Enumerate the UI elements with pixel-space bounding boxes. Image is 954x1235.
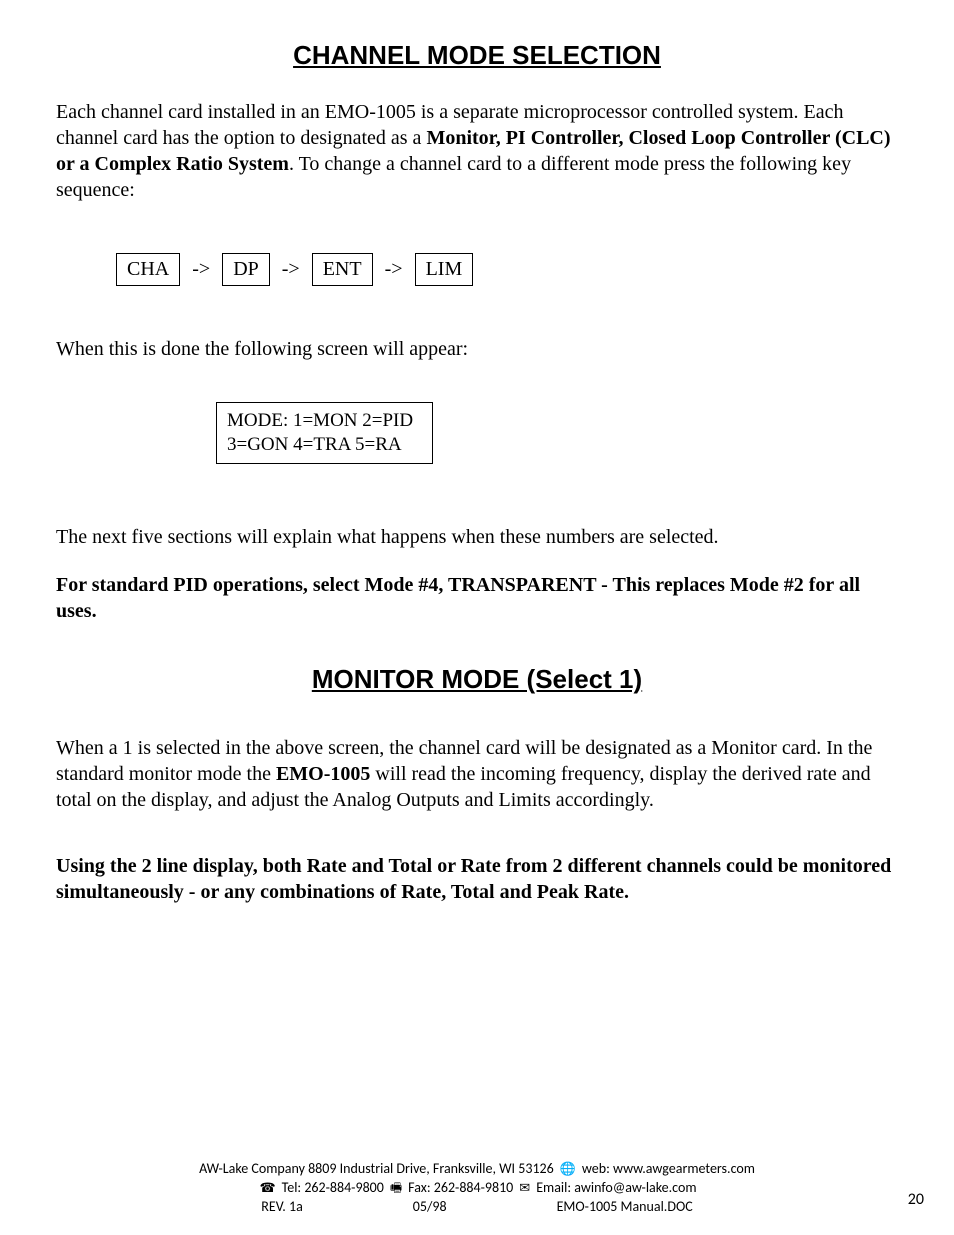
key-cha: CHA <box>116 253 180 286</box>
key-lim: LIM <box>415 253 474 286</box>
footer-web: web: www.awgearmeters.com <box>582 1160 755 1179</box>
heading-monitor-mode: MONITOR MODE (Select 1) <box>56 664 898 695</box>
globe-icon: 🌐 <box>560 1161 576 1179</box>
paragraph-2line-display: Using the 2 line display, both Rate and … <box>56 853 898 905</box>
footer-date: 05/98 <box>413 1198 447 1217</box>
document-page: CHANNEL MODE SELECTION Each channel card… <box>0 0 954 1235</box>
paragraph-after-keys: When this is done the following screen w… <box>56 336 898 362</box>
page-number: 20 <box>908 1190 924 1209</box>
footer-rev: REV. 1a <box>261 1198 302 1217</box>
key-ent: ENT <box>312 253 373 286</box>
footer-row-3: REV. 1a 05/98 EMO-1005 Manual.DOC <box>0 1198 954 1217</box>
screen-display: MODE: 1=MON 2=PID 3=GON 4=TRA 5=RA <box>216 402 433 464</box>
page-footer: AW-Lake Company 8809 Industrial Drive, F… <box>0 1160 954 1217</box>
footer-doc: EMO-1005 Manual.DOC <box>557 1198 693 1217</box>
paragraph-intro: Each channel card installed in an EMO-10… <box>56 99 898 203</box>
paragraph-pid-note: For standard PID operations, select Mode… <box>56 572 898 624</box>
arrow-icon: -> <box>385 258 403 281</box>
footer-address: AW-Lake Company 8809 Industrial Drive, F… <box>199 1160 554 1179</box>
footer-row-2: ☎ Tel: 262-884-9800 🖷 Fax: 262-884-9810 … <box>0 1179 954 1198</box>
key-sequence: CHA -> DP -> ENT -> LIM <box>116 253 898 286</box>
email-icon: ✉ <box>519 1180 530 1198</box>
footer-email: Email: awinfo@aw-lake.com <box>536 1179 696 1198</box>
arrow-icon: -> <box>282 258 300 281</box>
footer-fax: Fax: 262-884-9810 <box>408 1179 513 1198</box>
phone-icon: ☎ <box>259 1180 275 1198</box>
arrow-icon: -> <box>192 258 210 281</box>
paragraph-next-sections: The next five sections will explain what… <box>56 524 898 550</box>
footer-tel: Tel: 262-884-9800 <box>282 1179 384 1198</box>
heading-channel-mode-selection: CHANNEL MODE SELECTION <box>56 40 898 71</box>
screen-line-2: 3=GON 4=TRA 5=RA <box>227 433 422 457</box>
paragraph-monitor-desc: When a 1 is selected in the above screen… <box>56 735 898 813</box>
footer-row-1: AW-Lake Company 8809 Industrial Drive, F… <box>0 1160 954 1179</box>
key-dp: DP <box>222 253 270 286</box>
monitor-text-bold: EMO-1005 <box>276 763 370 785</box>
fax-icon: 🖷 <box>390 1180 402 1198</box>
screen-line-1: MODE: 1=MON 2=PID <box>227 409 422 433</box>
